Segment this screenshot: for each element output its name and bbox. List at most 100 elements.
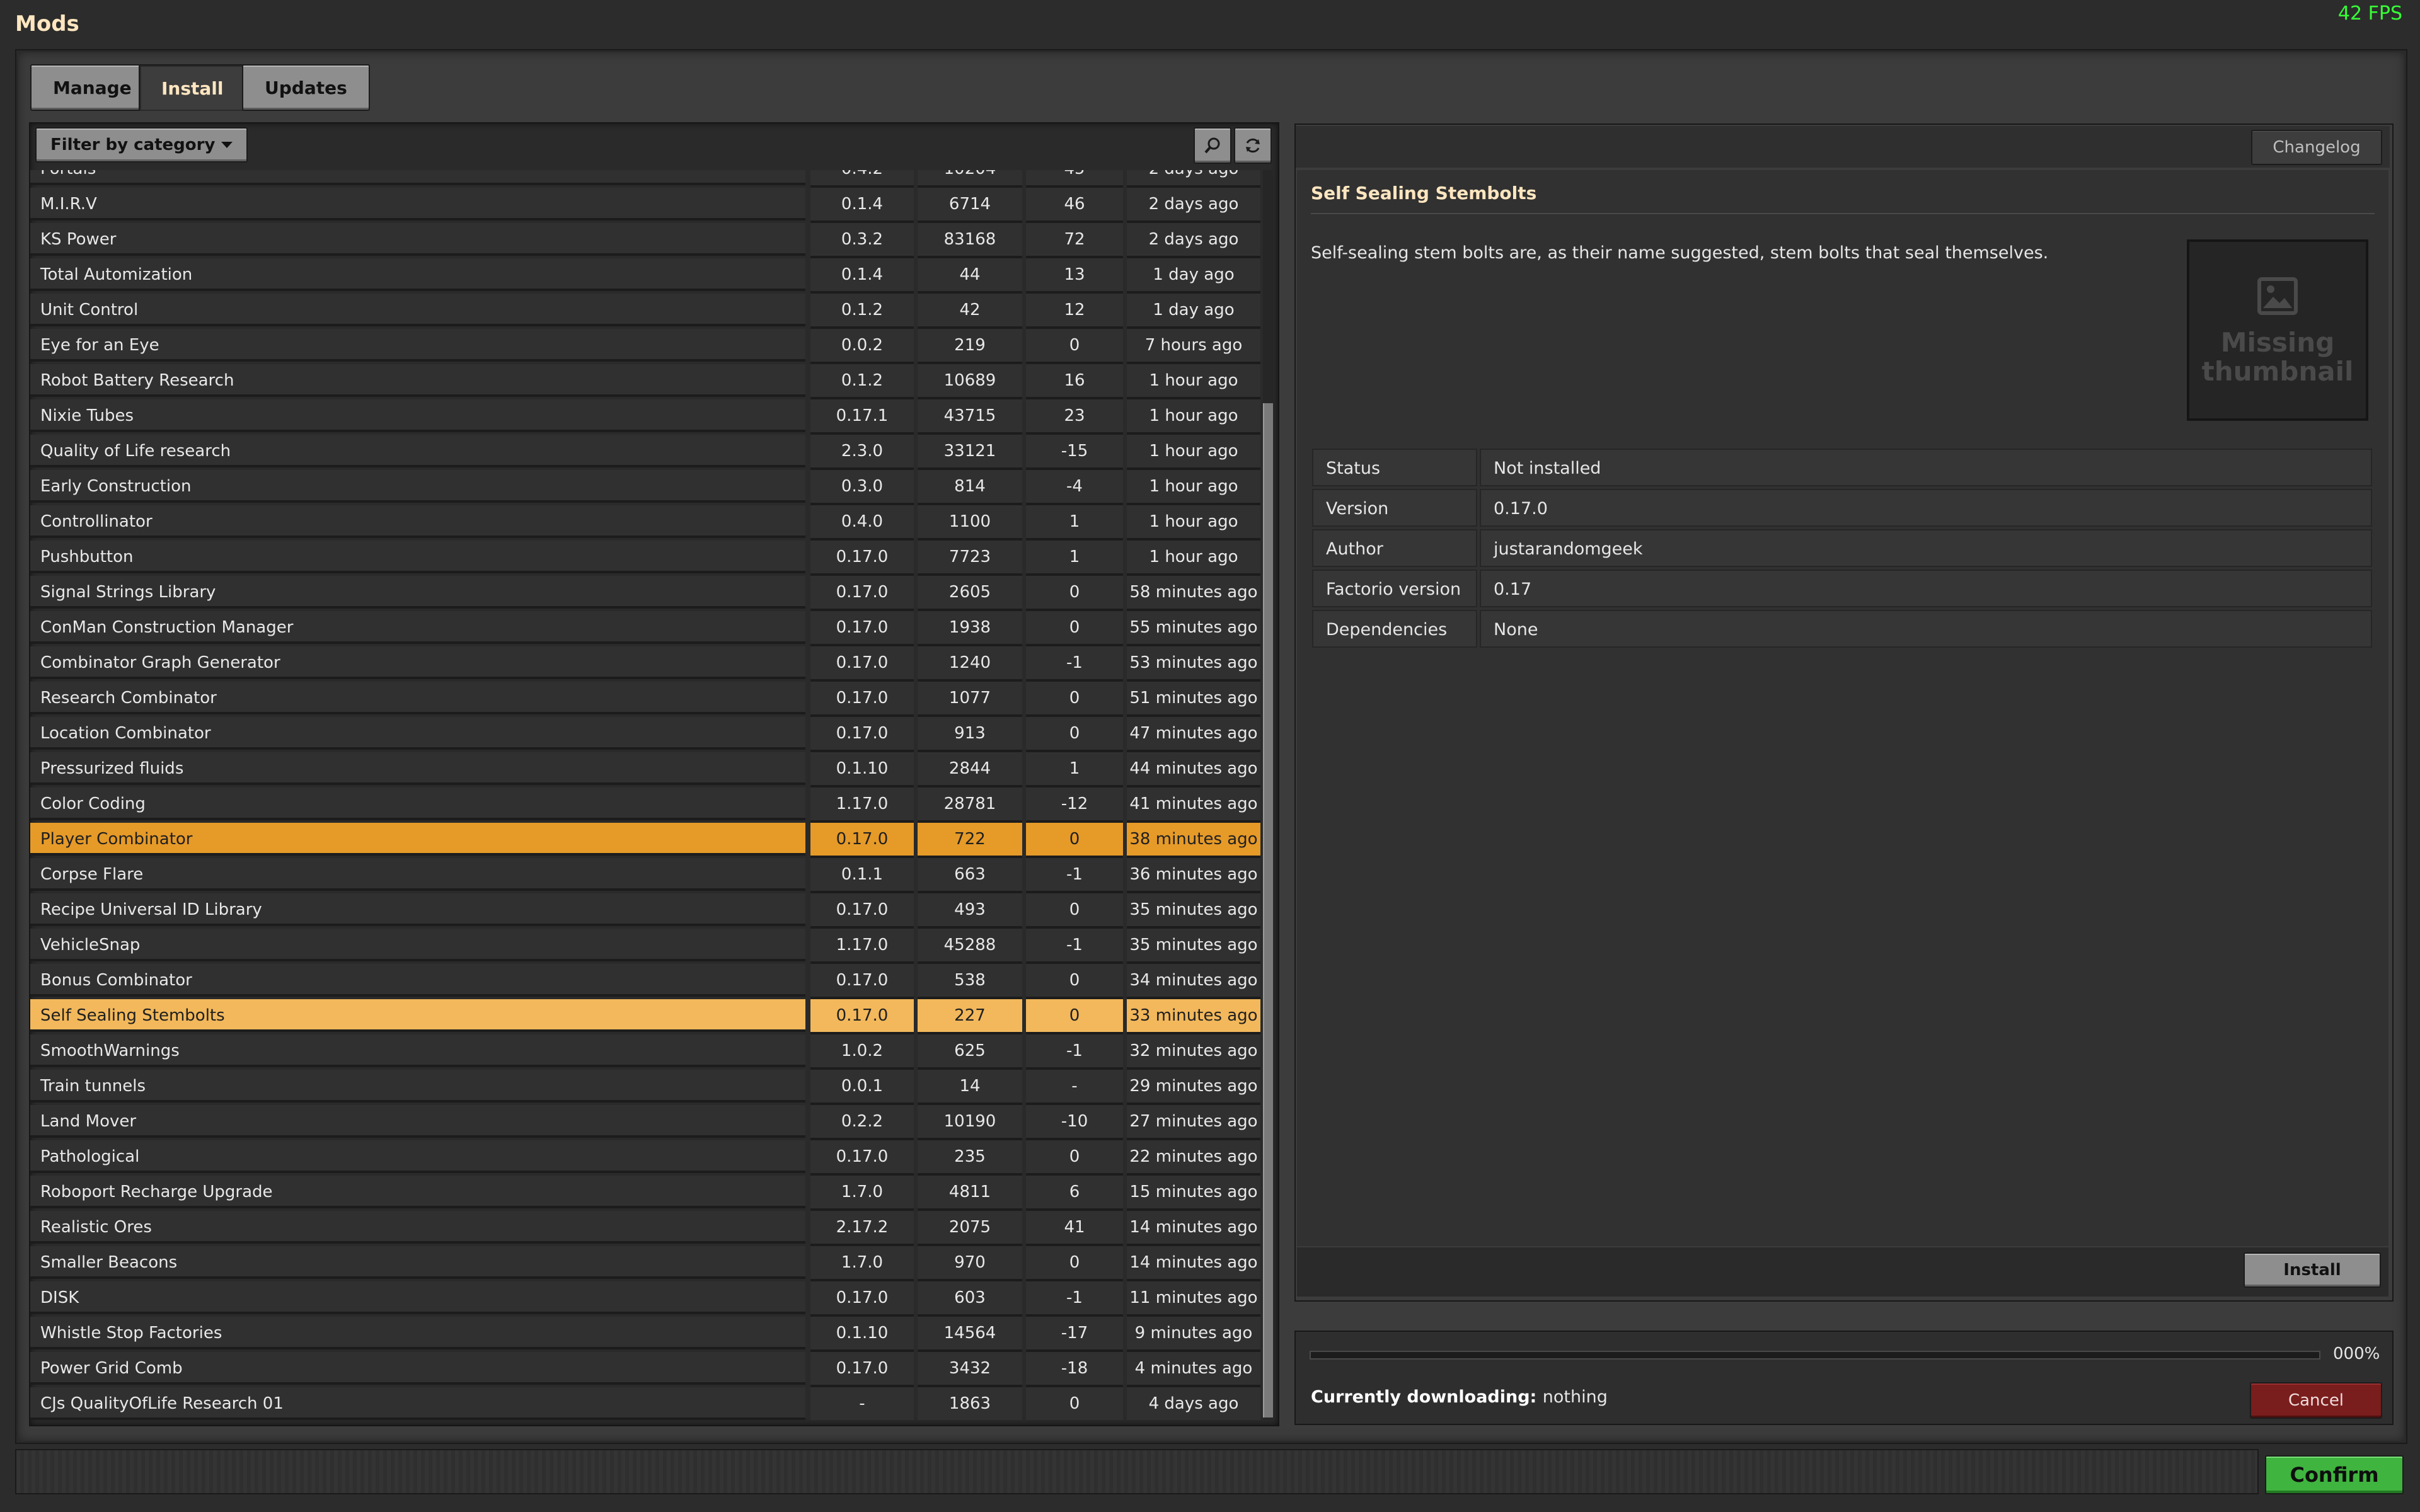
mod-row[interactable]: Nixie Tubes 0.17.1 43715 23 1 hour ago [30,399,1260,435]
mod-list[interactable]: Portals0.4.210204452 days agoM.I.R.V0.1.… [30,170,1260,1420]
mod-version: 0.17.0 [810,541,914,576]
mod-updated: 14 minutes ago [1127,1246,1260,1281]
mod-name: M.I.R.V [30,188,805,220]
mod-row[interactable]: Combinator Graph Generator 0.17.0 1240 -1 53… [30,646,1260,682]
mod-downloads: 2075 [918,1211,1022,1246]
mod-version: 0.0.1 [810,1070,914,1105]
mod-score: 0 [1026,576,1123,611]
mod-downloads: 227 [918,999,1022,1034]
mod-row[interactable]: Self Sealing Stembolts 0.17.0 227 0 33 minut… [30,999,1260,1034]
mod-downloads: 235 [918,1140,1022,1176]
mod-row[interactable]: Roboport Recharge Upgrade 1.7.0 4811 6 15 mi… [30,1176,1260,1211]
download-progress-bar [1310,1351,2320,1360]
mod-updated: 53 minutes ago [1127,646,1260,682]
mod-score: 0 [1026,1140,1123,1176]
mod-row[interactable]: Early Construction 0.3.0 814 -4 1 hour ago [30,470,1260,505]
mod-version: 0.1.10 [810,752,914,788]
mod-downloads: 814 [918,470,1022,505]
info-row: Factorio version 0.17 [1312,570,2372,607]
mod-row[interactable]: Smaller Beacons 1.7.0 970 0 14 minutes ago [30,1246,1260,1281]
search-button[interactable] [1194,127,1231,164]
scrollbar-thumb[interactable] [1263,403,1273,1418]
mod-downloads: 1938 [918,611,1022,646]
mod-row[interactable]: Color Coding 1.17.0 28781 -12 41 minutes ago [30,788,1260,823]
refresh-icon [1246,138,1260,153]
mod-row[interactable]: Total Automization 0.1.4 44 13 1 day ago [30,258,1260,294]
mod-version: 0.4.2 [810,170,914,188]
changelog-button[interactable]: Changelog [2251,130,2382,165]
download-panel [1294,1331,2394,1425]
mod-row[interactable]: VehicleSnap 1.17.0 45288 -1 35 minutes ago [30,929,1260,964]
mod-row[interactable]: Player Combinator 0.17.0 722 0 38 minutes ag… [30,823,1260,858]
mod-row[interactable]: Eye for an Eye 0.0.2 219 0 7 hours ago [30,329,1260,364]
mod-row[interactable]: SmoothWarnings 1.0.2 625 -1 32 minutes ago [30,1034,1260,1070]
mod-row[interactable]: DISK 0.17.0 603 -1 11 minutes ago [30,1281,1260,1317]
mod-name: Signal Strings Library [30,576,805,609]
refresh-button[interactable] [1234,127,1272,164]
cancel-button[interactable]: Cancel [2250,1382,2382,1419]
tab-install[interactable]: Install [139,64,246,111]
mod-score: 16 [1026,364,1123,399]
mod-name: Roboport Recharge Upgrade [30,1176,805,1208]
mod-row[interactable]: Realistic Ores 2.17.2 2075 41 14 minutes ago [30,1211,1260,1246]
mod-version: 1.17.0 [810,929,914,964]
info-value: 0.17.0 [1480,489,2372,527]
mod-version: 0.17.0 [810,576,914,611]
mod-row[interactable]: Train tunnels 0.0.1 14-29 minutes ago [30,1070,1260,1105]
mod-row[interactable]: Controllinator 0.4.0 1100 1 1 hour ago [30,505,1260,541]
mod-row[interactable]: Recipe Universal ID Library 0.17.0 493 0 35 … [30,893,1260,929]
mod-row[interactable]: Portals 0.4.210204452 days ago [30,170,1260,188]
mod-version: 0.1.1 [810,858,914,893]
mod-row[interactable]: ConMan Construction Manager 0.17.0 1938 0 55… [30,611,1260,646]
mod-row[interactable]: Research Combinator 0.17.0 1077 0 51 minutes… [30,682,1260,717]
mod-row[interactable]: Quality of Life research 2.3.0 33121 -15 1 h… [30,435,1260,470]
mod-row[interactable]: Bonus Combinator 0.17.0 538 0 34 minutes ago [30,964,1260,999]
mod-updated: 33 minutes ago [1127,999,1260,1034]
mod-row[interactable]: CJs QualityOfLife Research 01-1863 0 4 day… [30,1387,1260,1420]
mod-row[interactable]: Signal Strings Library 0.17.0 2605 0 58 minu… [30,576,1260,611]
mod-updated: 2 days ago [1127,188,1260,223]
mod-updated: 35 minutes ago [1127,929,1260,964]
mod-version: 0.1.4 [810,258,914,294]
mod-row[interactable]: Robot Battery Research 0.1.2 10689 16 1 hour… [30,364,1260,399]
mod-row[interactable]: Location Combinator 0.17.0 913 0 47 minutes … [30,717,1260,752]
mod-updated: 1 hour ago [1127,470,1260,505]
mod-updated: 7 hours ago [1127,329,1260,364]
filter-by-category-button[interactable]: Filter by category [35,127,248,163]
mod-row[interactable]: M.I.R.V 0.1.4 6714 46 2 days ago [30,188,1260,223]
tab-updates[interactable]: Updates [242,64,370,111]
mod-updated: 15 minutes ago [1127,1176,1260,1211]
mod-row[interactable]: Pressurized fluids 0.1.10 2844 1 44 minutes … [30,752,1260,788]
mod-row[interactable]: Pathological 0.17.0 235 0 22 minutes ago [30,1140,1260,1176]
mod-score: 0 [1026,1246,1123,1281]
mod-row[interactable]: Corpse Flare 0.1.1 663 -1 36 minutes ago [30,858,1260,893]
mod-updated: 27 minutes ago [1127,1105,1260,1140]
mod-updated: 4 days ago [1127,1387,1260,1420]
mod-row[interactable]: Whistle Stop Factories 0.1.10 14564 -17 9 mi… [30,1317,1260,1352]
mod-version: 2.17.2 [810,1211,914,1246]
mod-row[interactable]: Unit Control 0.1.2 42 12 1 day ago [30,294,1260,329]
mod-row[interactable]: Pushbutton 0.17.0 7723 1 1 hour ago [30,541,1260,576]
tab-manage[interactable]: Manage [30,64,154,111]
mod-name: Player Combinator [30,823,805,856]
mod-score: 1 [1026,505,1123,541]
mod-downloads: 2605 [918,576,1022,611]
mod-score: - [1026,1070,1123,1105]
mod-score: 0 [1026,823,1123,858]
mod-score: -18 [1026,1352,1123,1387]
install-button[interactable]: Install [2244,1252,2381,1288]
mod-downloads: 2844 [918,752,1022,788]
mod-name: Pressurized fluids [30,752,805,785]
mod-name: Portals [30,170,805,185]
mod-version: 0.17.0 [810,717,914,752]
mod-row[interactable]: Power Grid Comb 0.17.0 3432 -18 4 minutes ag… [30,1352,1260,1387]
mod-name: Unit Control [30,294,805,326]
mod-row[interactable]: KS Power 0.3.2 83168 72 2 days ago [30,223,1260,258]
mod-updated: 58 minutes ago [1127,576,1260,611]
mod-version: 1.0.2 [810,1034,914,1070]
mod-rows: Portals0.4.210204452 days agoM.I.R.V0.1.… [30,170,1260,1420]
mod-name: DISK [30,1281,805,1314]
mod-score: 13 [1026,258,1123,294]
mod-row[interactable]: Land Mover 0.2.2 10190 -10 27 minutes ago [30,1105,1260,1140]
confirm-button[interactable]: Confirm [2265,1455,2404,1494]
